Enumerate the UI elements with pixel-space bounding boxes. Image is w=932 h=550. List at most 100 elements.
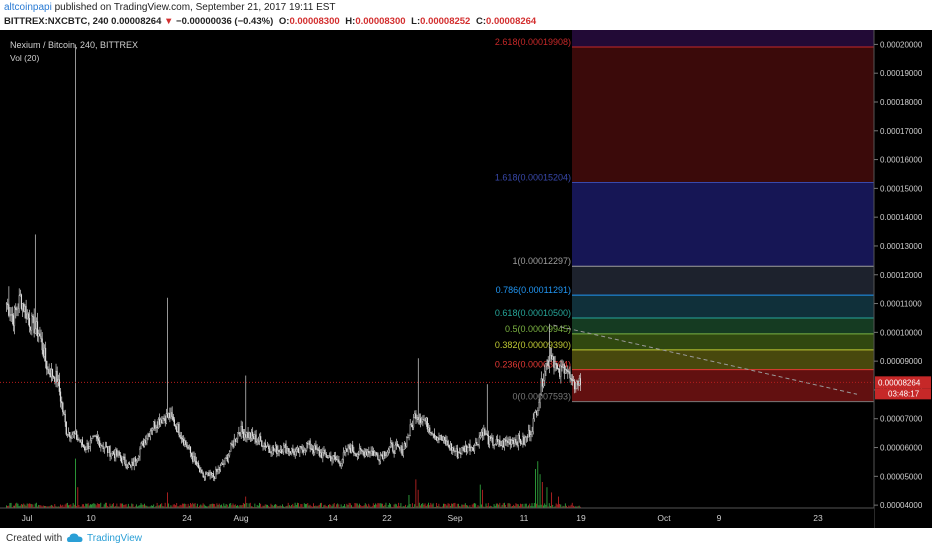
candle-body <box>20 294 23 309</box>
candle-body <box>222 463 224 465</box>
candle-body <box>533 412 535 419</box>
candle-body <box>262 446 264 447</box>
candle-body <box>261 440 263 447</box>
candle-body <box>161 419 163 424</box>
candle-body <box>410 424 412 426</box>
volume-bar <box>414 504 416 508</box>
candle-body <box>211 473 213 476</box>
candle-body <box>148 433 150 437</box>
author-link[interactable]: altcoinpapi <box>4 2 52 13</box>
volume-bar <box>482 489 484 508</box>
candle-body <box>404 443 407 447</box>
candle-body <box>476 442 478 445</box>
volume-bar <box>209 504 211 508</box>
candle-body <box>208 472 210 477</box>
volume-bar <box>287 502 289 508</box>
volume-bar <box>270 503 272 508</box>
volume-bar <box>340 504 342 508</box>
candle-body <box>544 370 546 381</box>
candle-body <box>271 446 273 454</box>
fib-level-label: 0.5(0.00009945) <box>505 324 571 334</box>
candle-body <box>10 314 12 316</box>
tradingview-brand[interactable]: TradingView <box>87 533 142 544</box>
volume-bar <box>503 502 505 508</box>
candle-body <box>366 451 369 455</box>
candle-body <box>44 347 47 362</box>
candle-body <box>34 328 36 334</box>
volume-bar <box>135 504 137 508</box>
candle-body <box>84 446 86 451</box>
volume-bar <box>499 502 501 508</box>
volume-bar <box>10 502 12 508</box>
candle-body <box>213 476 216 479</box>
volume-bar <box>203 504 205 508</box>
candle-body <box>86 443 88 450</box>
volume-bar <box>29 503 30 508</box>
candle-body <box>349 447 351 453</box>
volume-bar <box>64 504 66 508</box>
candle-body <box>518 435 520 440</box>
candle-body <box>219 465 221 471</box>
candle-body <box>524 437 526 445</box>
candle-body <box>330 455 332 462</box>
candle-body <box>220 463 223 466</box>
candle-body <box>74 430 77 434</box>
volume-bar <box>245 496 247 508</box>
candle-body <box>112 451 115 455</box>
candle-body <box>498 440 500 442</box>
candle-body <box>555 362 557 365</box>
y-tick-label: 0.00019000 <box>880 69 923 78</box>
candle-body <box>340 463 342 467</box>
volume-bar <box>329 504 331 508</box>
x-tick-label: Jul <box>22 513 33 523</box>
candle-body <box>361 449 363 452</box>
candle-body <box>420 421 423 423</box>
ohlc-line: BITTREX:NXCBTC, 240 0.00008264 ▼ −0.0000… <box>4 16 536 27</box>
candle-body <box>461 447 463 455</box>
candle-body <box>240 426 242 437</box>
volume-bar <box>168 503 170 508</box>
volume-bar <box>536 503 538 508</box>
candle-body <box>522 436 524 445</box>
candle-body <box>140 443 142 450</box>
candle-body <box>122 456 124 463</box>
candle-body <box>190 452 193 457</box>
candle-body <box>546 360 548 364</box>
candle-body <box>181 438 184 440</box>
publish-info: published on TradingView.com, September … <box>54 2 336 13</box>
volume-bar <box>223 503 225 508</box>
candle-body <box>51 368 54 377</box>
candle-body <box>475 442 477 446</box>
volume-bar <box>372 503 374 508</box>
volume-bar <box>187 503 189 508</box>
volume-bar <box>379 503 381 508</box>
candle-body <box>452 447 454 451</box>
volume-bar <box>292 503 294 508</box>
candle-body <box>273 449 276 452</box>
close-value: 0.00008264 <box>486 16 537 27</box>
candle-body <box>442 436 445 441</box>
candle-body <box>40 336 42 339</box>
volume-bar <box>445 504 447 508</box>
candle-body <box>251 431 254 437</box>
candle-body <box>376 452 378 455</box>
volume-bar <box>479 484 481 508</box>
volume-bar <box>184 503 186 508</box>
candle-body <box>17 308 19 310</box>
candle-body <box>96 436 98 439</box>
volume-bar <box>81 504 83 508</box>
volume-bar <box>181 503 183 508</box>
price-chart[interactable]: 0(0.00007593)0.236(0.00008704)0.382(0.00… <box>0 30 932 528</box>
candle-body <box>328 455 331 457</box>
x-tick-label: 19 <box>576 513 586 523</box>
volume-bar <box>546 487 548 508</box>
candle-body <box>215 469 217 479</box>
candle-body <box>239 432 241 437</box>
volume-bar <box>382 503 383 508</box>
candle-body <box>28 318 31 327</box>
candle-body <box>360 448 362 450</box>
candle-body <box>412 417 415 428</box>
candle-body <box>41 338 43 351</box>
candle-body <box>560 365 562 377</box>
candle-body <box>76 430 78 440</box>
